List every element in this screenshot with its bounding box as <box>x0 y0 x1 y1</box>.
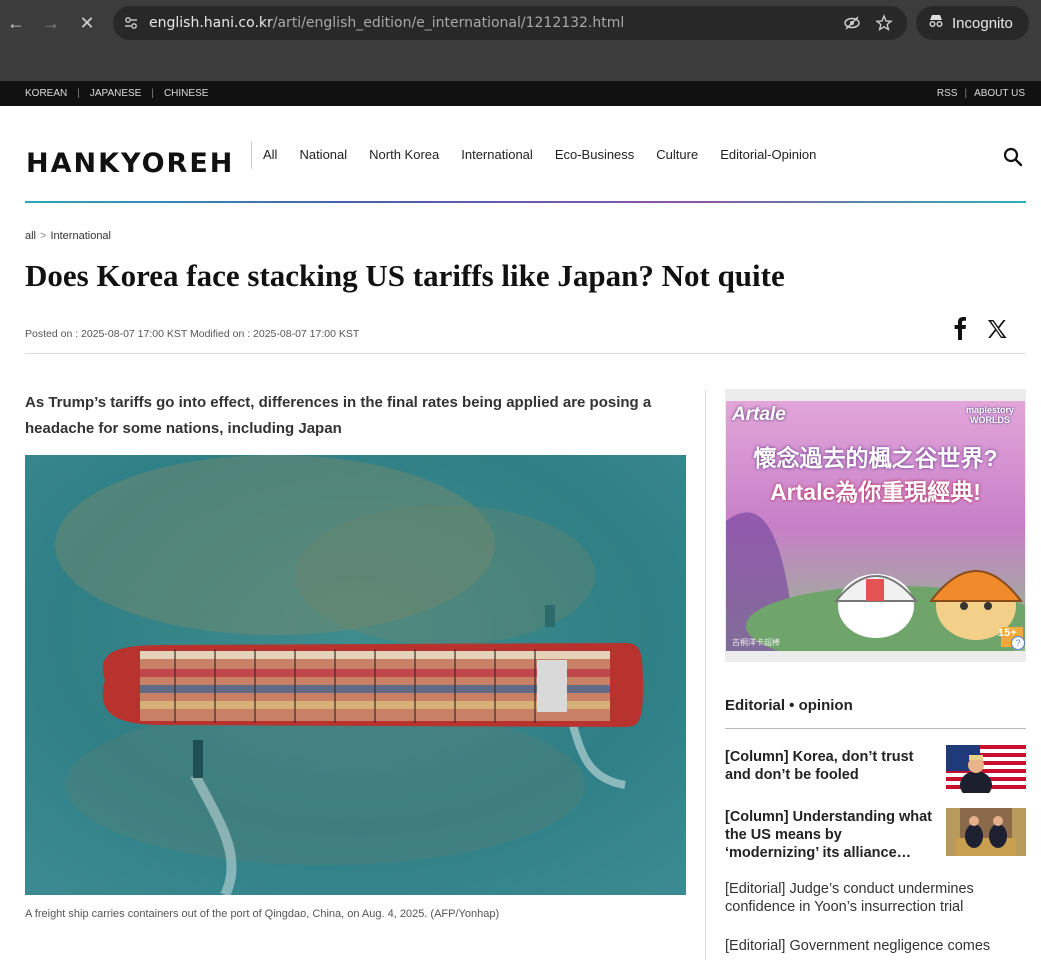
article-title: Does Korea face stacking US tariffs like… <box>25 258 785 293</box>
nav-national[interactable]: National <box>299 147 347 162</box>
article-photo <box>25 455 686 895</box>
forward-icon[interactable]: → <box>38 10 64 36</box>
lang-chinese[interactable]: CHINESE <box>164 88 208 99</box>
stop-icon[interactable]: ✕ <box>74 10 100 36</box>
ad-info-icon[interactable]: ? <box>1011 636 1025 650</box>
sidebar-story-1[interactable]: [Column] Korea, don’t trust and don’t be… <box>725 748 935 784</box>
url-text: english.hani.co.kr/arti/english_edition/… <box>149 15 625 31</box>
header-accent-line <box>25 201 1026 203</box>
column-divider <box>705 390 706 960</box>
story-2-thumbnail[interactable] <box>946 808 1026 856</box>
x-icon[interactable] <box>986 318 1008 340</box>
browser-chrome: ← → ✕ english.hani.co.kr/arti/english_ed… <box>0 0 1041 81</box>
breadcrumb-section[interactable]: International <box>50 230 111 242</box>
advertisement[interactable]: Artale maplestory WORLDS 懷念過去的楓之谷世界? Art… <box>726 401 1025 651</box>
article-dates: Posted on : 2025-08-07 17:00 KST Modifie… <box>25 328 360 340</box>
nav-eco-business[interactable]: Eco-Business <box>555 147 634 162</box>
back-icon[interactable]: ← <box>3 10 29 36</box>
ad-brand: Artale <box>732 404 786 425</box>
incognito-profile-button[interactable]: Incognito <box>916 6 1029 40</box>
ad-headline-2: Artale為你重現經典! <box>770 479 981 505</box>
about-us-link[interactable]: ABOUT US <box>974 88 1025 99</box>
main-nav: All National North Korea International E… <box>263 147 838 162</box>
ad-headline-1: 懷念過去的楓之谷世界? <box>753 445 998 471</box>
site-logo[interactable]: HANKYOREH <box>26 148 234 179</box>
ad-badge: maplestory WORLDS <box>965 405 1015 425</box>
star-icon[interactable] <box>875 14 893 37</box>
breadcrumb-root[interactable]: all <box>25 230 36 242</box>
nav-editorial-opinion[interactable]: Editorial-Opinion <box>720 147 816 162</box>
search-icon[interactable] <box>1003 147 1023 167</box>
top-bar: KOREAN | JAPANESE | CHINESE RSS | ABOUT US <box>0 81 1041 106</box>
header-divider <box>25 353 1026 354</box>
nav-all[interactable]: All <box>263 147 277 162</box>
sidebar-list-item-1[interactable]: [Editorial] Judge’s conduct undermines c… <box>725 880 1025 916</box>
lang-korean[interactable]: KOREAN <box>25 88 67 99</box>
eye-off-icon[interactable] <box>843 14 861 37</box>
site-settings-icon[interactable] <box>122 14 140 32</box>
logo-divider <box>251 141 252 169</box>
rss-link[interactable]: RSS <box>937 88 958 99</box>
facebook-icon[interactable] <box>949 316 971 340</box>
address-bar[interactable]: english.hani.co.kr/arti/english_edition/… <box>113 6 907 40</box>
sidebar-divider <box>725 728 1026 729</box>
ad-fine-print: 古桐洋卡超棒 <box>732 638 780 647</box>
nav-international[interactable]: International <box>461 147 533 162</box>
article-subtitle: As Trump’s tariffs go into effect, diffe… <box>25 394 652 437</box>
sidebar-story-2[interactable]: [Column] Understanding what the US means… <box>725 808 935 862</box>
sidebar-list-item-2[interactable]: [Editorial] Government negligence comes <box>725 937 1025 955</box>
incognito-label: Incognito <box>952 14 1013 32</box>
story-1-thumbnail[interactable] <box>946 745 1026 793</box>
photo-caption: A freight ship carries containers out of… <box>25 908 500 920</box>
incognito-icon <box>928 14 944 32</box>
nav-north-korea[interactable]: North Korea <box>369 147 439 162</box>
lang-japanese[interactable]: JAPANESE <box>90 88 142 99</box>
nav-culture[interactable]: Culture <box>656 147 698 162</box>
breadcrumb: all > International <box>25 230 111 242</box>
sidebar-section-title: Editorial • opinion <box>725 697 853 714</box>
